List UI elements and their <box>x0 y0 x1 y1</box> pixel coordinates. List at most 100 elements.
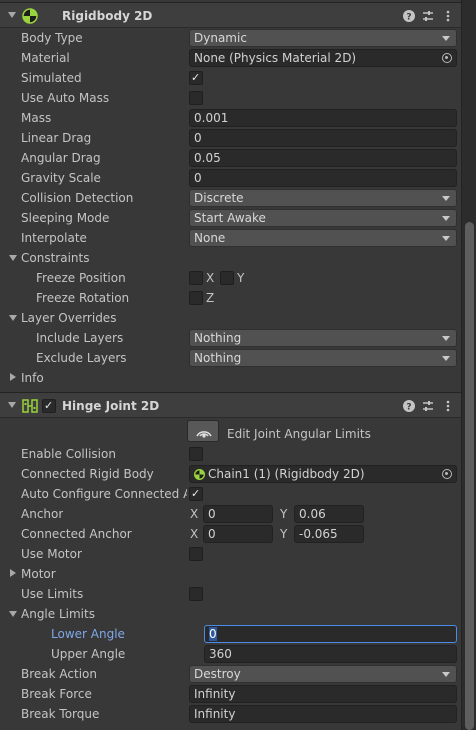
freeze-rotation-z-label: Z <box>206 291 215 305</box>
gravity-scale-row: Gravity Scale 0 <box>0 168 461 188</box>
use-limits-row: Use Limits <box>0 584 461 604</box>
use-limits-label: Use Limits <box>21 587 84 601</box>
presets-icon[interactable] <box>421 9 435 23</box>
constraints-foldout[interactable]: Constraints <box>0 248 461 268</box>
help-icon[interactable]: ? <box>402 9 416 23</box>
material-value: None (Physics Material 2D) <box>194 51 357 65</box>
hinge-joint2d-title: Hinge Joint 2D <box>62 399 160 413</box>
gravity-scale-label: Gravity Scale <box>21 171 101 185</box>
freeze-rotation-row: Freeze Rotation Z <box>0 288 461 308</box>
info-label: Info <box>21 371 44 385</box>
connected-rigid-body-field[interactable]: Chain1 (1) (Rigidbody 2D) <box>189 465 457 483</box>
linear-drag-input[interactable]: 0 <box>189 129 457 147</box>
foldout-open-icon[interactable] <box>9 611 17 617</box>
linear-drag-row: Linear Drag 0 <box>0 128 461 148</box>
connected-anchor-y-input[interactable]: -0.065 <box>294 525 364 543</box>
freeze-rotation-z-checkbox[interactable] <box>189 291 203 305</box>
constraints-label: Constraints <box>21 251 90 265</box>
foldout-open-icon[interactable] <box>9 255 17 261</box>
lower-angle-row: Lower Angle 0 <box>0 624 461 644</box>
edit-angular-limits-label: Edit Joint Angular Limits <box>227 427 371 441</box>
simulated-label: Simulated <box>21 71 82 85</box>
auto-configure-label: Auto Configure Connected An <box>21 487 187 501</box>
layer-overrides-foldout[interactable]: Layer Overrides <box>0 308 461 328</box>
linear-drag-label: Linear Drag <box>21 131 92 145</box>
exclude-layers-row: Exclude Layers Nothing <box>0 348 461 368</box>
upper-angle-label: Upper Angle <box>51 647 126 661</box>
upper-angle-row: Upper Angle 360 <box>0 644 461 664</box>
interpolate-row: Interpolate None <box>0 228 461 248</box>
use-auto-mass-checkbox[interactable] <box>189 91 203 105</box>
break-torque-input[interactable]: Infinity <box>189 705 457 723</box>
use-motor-label: Use Motor <box>21 547 82 561</box>
use-motor-checkbox[interactable] <box>189 547 203 561</box>
gravity-scale-input[interactable]: 0 <box>189 169 457 187</box>
hinge-joint2d-header[interactable]: Hinge Joint 2D ? <box>0 392 461 418</box>
hinge-enabled-checkbox[interactable] <box>42 399 56 413</box>
freeze-rotation-label: Freeze Rotation <box>36 291 130 305</box>
motor-foldout[interactable]: Motor <box>0 564 461 584</box>
rigidbody2d-icon <box>194 469 205 480</box>
foldout-closed-icon[interactable] <box>10 569 16 577</box>
collision-detection-label: Collision Detection <box>21 191 134 205</box>
scrollbar-thumb[interactable] <box>465 222 474 730</box>
more-options-icon[interactable] <box>441 399 455 413</box>
sleeping-mode-dropdown[interactable]: Start Awake <box>189 209 457 227</box>
break-force-row: Break Force Infinity <box>0 684 461 704</box>
connected-anchor-x-input[interactable]: 0 <box>203 525 273 543</box>
foldout-arrow-icon[interactable] <box>8 12 16 18</box>
connected-rigid-body-value: Chain1 (1) (Rigidbody 2D) <box>208 467 365 481</box>
lower-angle-input[interactable]: 0 <box>204 625 457 643</box>
auto-configure-checkbox[interactable] <box>189 487 203 501</box>
collision-detection-dropdown[interactable]: Discrete <box>189 189 457 207</box>
exclude-layers-dropdown[interactable]: Nothing <box>189 349 457 367</box>
break-force-input[interactable]: Infinity <box>189 685 457 703</box>
anchor-label: Anchor <box>21 507 64 521</box>
help-icon[interactable]: ? <box>402 399 416 413</box>
foldout-arrow-icon[interactable] <box>8 402 16 408</box>
freeze-position-x-label: X <box>206 271 215 285</box>
use-auto-mass-label: Use Auto Mass <box>21 91 110 105</box>
exclude-layers-label: Exclude Layers <box>36 351 127 365</box>
foldout-open-icon[interactable] <box>9 315 17 321</box>
anchor-y-input[interactable]: 0.06 <box>294 505 364 523</box>
angular-drag-row: Angular Drag 0.05 <box>0 148 461 168</box>
freeze-position-y-label: Y <box>237 271 245 285</box>
anchor-y-label: Y <box>280 507 288 521</box>
vertical-scrollbar[interactable] <box>461 0 476 730</box>
more-options-icon[interactable] <box>441 9 455 23</box>
interpolate-label: Interpolate <box>21 231 87 245</box>
simulated-checkbox[interactable] <box>189 71 203 85</box>
angular-drag-input[interactable]: 0.05 <box>189 149 457 167</box>
enable-collision-row: Enable Collision <box>0 444 461 464</box>
rigidbody2d-icon <box>22 8 38 24</box>
presets-icon[interactable] <box>421 399 435 413</box>
include-layers-dropdown[interactable]: Nothing <box>189 329 457 347</box>
anchor-x-input[interactable]: 0 <box>203 505 273 523</box>
use-limits-checkbox[interactable] <box>189 587 203 601</box>
freeze-position-row: Freeze Position X Y <box>0 268 461 288</box>
rigidbody2d-header[interactable]: Rigidbody 2D ? <box>0 2 461 28</box>
anchor-x-label: X <box>190 507 199 521</box>
sleeping-mode-label: Sleeping Mode <box>21 211 110 225</box>
info-foldout[interactable]: Info <box>0 368 461 388</box>
object-picker-icon[interactable] <box>442 53 452 63</box>
material-field[interactable]: None (Physics Material 2D) <box>189 49 457 67</box>
break-torque-label: Break Torque <box>21 707 100 721</box>
enable-collision-label: Enable Collision <box>21 447 116 461</box>
break-action-dropdown[interactable]: Destroy <box>189 665 457 683</box>
edit-angular-limits-button[interactable] <box>187 420 219 442</box>
foldout-closed-icon[interactable] <box>10 373 16 381</box>
upper-angle-input[interactable]: 360 <box>204 645 457 663</box>
interpolate-dropdown[interactable]: None <box>189 229 457 247</box>
object-picker-icon[interactable] <box>442 469 452 479</box>
freeze-position-x-checkbox[interactable] <box>189 271 203 285</box>
material-row: Material None (Physics Material 2D) <box>0 48 461 68</box>
enable-collision-checkbox[interactable] <box>189 447 203 461</box>
body-type-label: Body Type <box>21 31 83 45</box>
sleeping-mode-row: Sleeping Mode Start Awake <box>0 208 461 228</box>
body-type-dropdown[interactable]: Dynamic <box>189 29 457 47</box>
freeze-position-y-checkbox[interactable] <box>220 271 234 285</box>
angle-limits-foldout[interactable]: Angle Limits <box>0 604 461 624</box>
mass-input[interactable]: 0.001 <box>189 109 457 127</box>
